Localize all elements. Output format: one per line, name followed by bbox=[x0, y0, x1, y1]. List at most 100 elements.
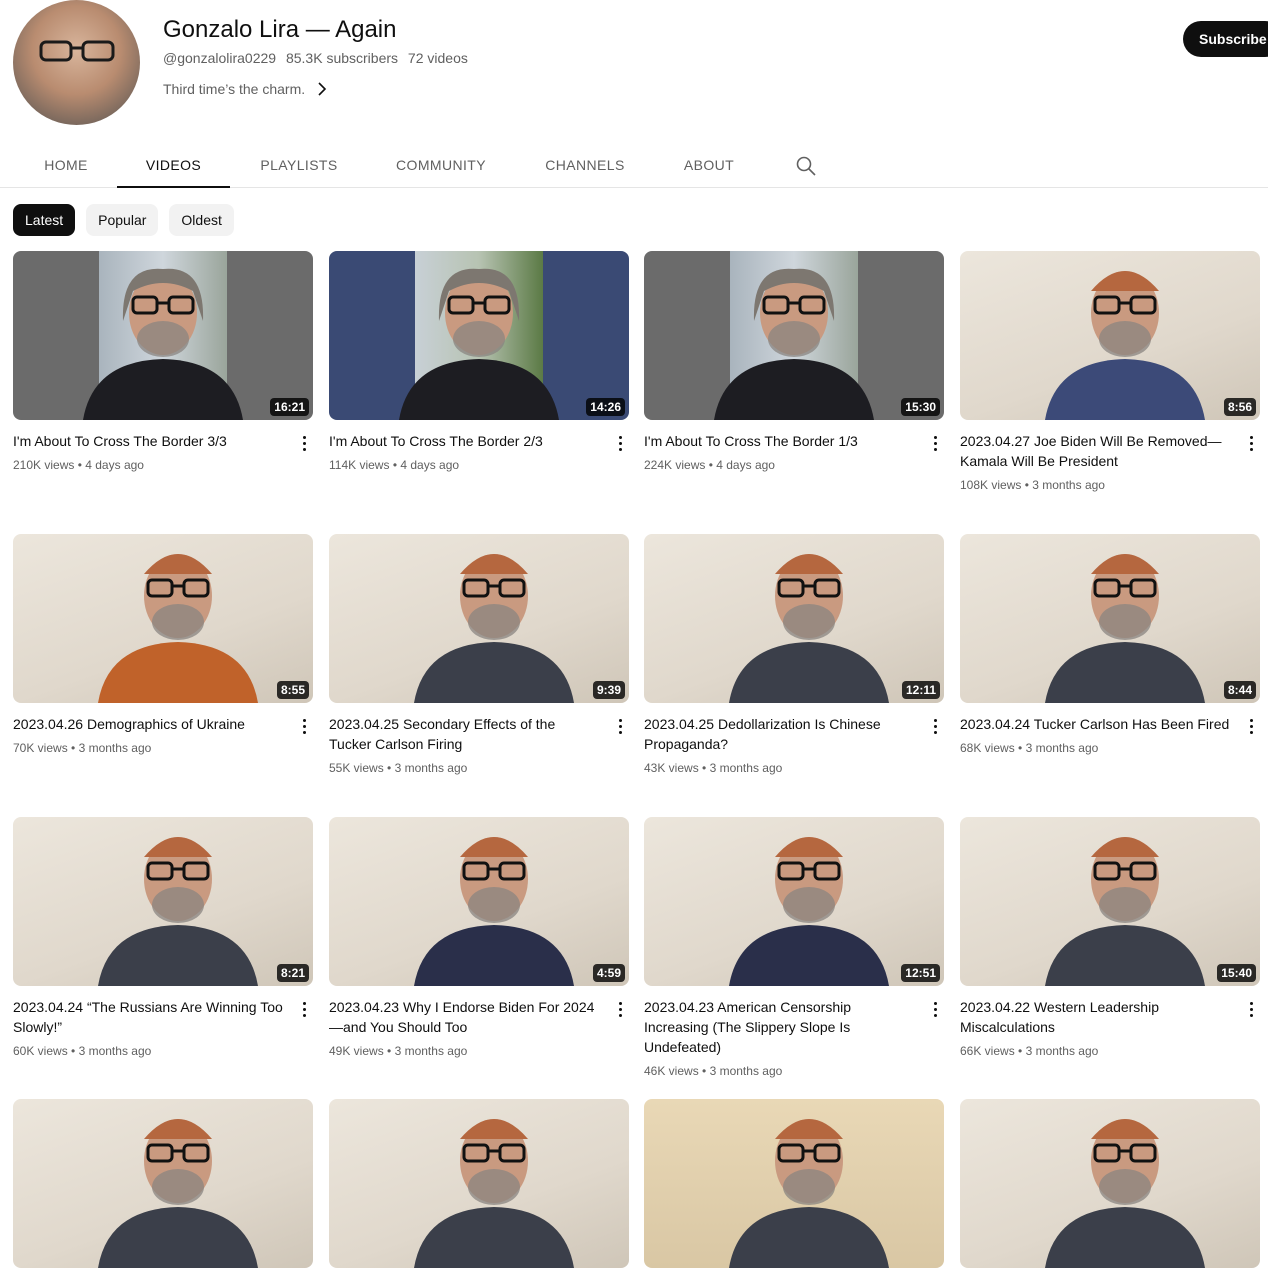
search-icon[interactable] bbox=[794, 154, 818, 178]
video-meta: 210K views • 4 days ago bbox=[13, 456, 144, 474]
subscribe-button[interactable]: Subscribe bbox=[1183, 21, 1268, 57]
video-card[interactable]: 16:21 I'm About To Cross The Border 3/3 21… bbox=[13, 251, 313, 472]
thumbnail-person-graphic bbox=[1045, 1119, 1205, 1268]
tab-community[interactable]: COMMUNITY bbox=[376, 142, 506, 187]
video-views: 49K views bbox=[329, 1044, 384, 1058]
video-card[interactable]: 4:59 2023.04.23 Why I Endorse Biden For 2… bbox=[329, 817, 629, 1058]
video-age: 3 months ago bbox=[394, 1044, 468, 1058]
thumbnail-person-graphic bbox=[98, 837, 258, 986]
thumbnail-person-graphic bbox=[1045, 554, 1205, 703]
video-age: 4 days ago bbox=[716, 458, 775, 472]
thumbnail-person-graphic bbox=[1045, 271, 1205, 420]
video-card[interactable] bbox=[329, 1099, 629, 1268]
channel-handle: @gonzalolira0229 bbox=[163, 50, 277, 66]
video-thumbnail[interactable]: 12:51 bbox=[644, 817, 944, 986]
video-card[interactable]: 8:21 2023.04.24 “The Russians Are Winning… bbox=[13, 817, 313, 1058]
video-meta: 224K views • 4 days ago bbox=[644, 456, 775, 474]
video-age: 3 months ago bbox=[394, 761, 468, 775]
video-card[interactable]: 8:44 2023.04.24 Tucker Carlson Has Been F… bbox=[960, 534, 1260, 755]
video-title[interactable]: 2023.04.25 Dedollarization Is Chinese Pr… bbox=[644, 714, 914, 754]
video-thumbnail[interactable] bbox=[329, 1099, 629, 1268]
more-vert-icon[interactable] bbox=[926, 432, 944, 456]
video-thumbnail[interactable]: 4:59 bbox=[329, 817, 629, 986]
video-card[interactable]: 15:30 I'm About To Cross The Border 1/3 22… bbox=[644, 251, 944, 472]
meta-separator: • bbox=[67, 741, 79, 755]
meta-separator: • bbox=[1021, 478, 1033, 492]
more-vert-icon[interactable] bbox=[611, 715, 629, 739]
thumbnail-person-graphic bbox=[414, 1119, 574, 1268]
avatar-glasses-graphic bbox=[39, 40, 115, 62]
video-title[interactable]: 2023.04.25 Secondary Effects of the Tuck… bbox=[329, 714, 599, 754]
video-views: 55K views bbox=[329, 761, 384, 775]
more-vert-icon[interactable] bbox=[1242, 998, 1260, 1022]
more-vert-icon[interactable] bbox=[926, 715, 944, 739]
video-card[interactable]: 15:40 2023.04.22 Western Leadership Misca… bbox=[960, 817, 1260, 1058]
video-meta: 60K views • 3 months ago bbox=[13, 1042, 151, 1060]
video-title[interactable]: 2023.04.26 Demographics of Ukraine bbox=[13, 714, 283, 734]
video-age: 3 months ago bbox=[709, 761, 783, 775]
video-title[interactable]: 2023.04.27 Joe Biden Will Be Removed—Kam… bbox=[960, 431, 1230, 471]
meta-separator: • bbox=[383, 1044, 395, 1058]
video-thumbnail[interactable]: 8:21 bbox=[13, 817, 313, 986]
video-card[interactable]: 9:39 2023.04.25 Secondary Effects of the … bbox=[329, 534, 629, 775]
chip-oldest[interactable]: Oldest bbox=[169, 204, 234, 236]
video-card[interactable]: 12:11 2023.04.25 Dedollarization Is Chine… bbox=[644, 534, 944, 775]
video-thumbnail[interactable]: 15:30 bbox=[644, 251, 944, 420]
video-title[interactable]: I'm About To Cross The Border 2/3 bbox=[329, 431, 599, 451]
video-card[interactable]: 12:51 2023.04.23 American Censorship Incr… bbox=[644, 817, 944, 1078]
video-title[interactable]: 2023.04.22 Western Leadership Miscalcula… bbox=[960, 997, 1230, 1037]
more-vert-icon[interactable] bbox=[1242, 715, 1260, 739]
channel-description-link[interactable]: Third time’s the charm. bbox=[163, 81, 327, 97]
chip-popular[interactable]: Popular bbox=[86, 204, 159, 236]
video-thumbnail[interactable] bbox=[13, 1099, 313, 1268]
video-meta: 46K views • 3 months ago bbox=[644, 1062, 782, 1080]
video-duration: 8:56 bbox=[1223, 398, 1256, 416]
video-duration: 12:11 bbox=[901, 681, 940, 699]
video-card[interactable] bbox=[13, 1099, 313, 1268]
video-views: 224K views bbox=[644, 458, 706, 472]
thumbnail-person-graphic bbox=[729, 554, 889, 703]
video-card[interactable]: 8:56 2023.04.27 Joe Biden Will Be Removed… bbox=[960, 251, 1260, 492]
video-title[interactable]: I'm About To Cross The Border 3/3 bbox=[13, 431, 283, 451]
video-views: 43K views bbox=[644, 761, 699, 775]
video-thumbnail[interactable]: 8:55 bbox=[13, 534, 313, 703]
meta-separator: • bbox=[67, 1044, 79, 1058]
video-card[interactable] bbox=[960, 1099, 1260, 1268]
tab-videos[interactable]: VIDEOS bbox=[117, 142, 230, 188]
video-thumbnail[interactable] bbox=[960, 1099, 1260, 1268]
video-duration: 8:21 bbox=[276, 964, 309, 982]
video-card[interactable]: 14:26 I'm About To Cross The Border 2/3 11… bbox=[329, 251, 629, 472]
chip-latest[interactable]: Latest bbox=[13, 204, 76, 236]
video-age: 3 months ago bbox=[1032, 478, 1105, 492]
video-thumbnail[interactable]: 12:11 bbox=[644, 534, 944, 703]
video-thumbnail[interactable]: 9:39 bbox=[329, 534, 629, 703]
video-title[interactable]: 2023.04.23 Why I Endorse Biden For 2024—… bbox=[329, 997, 599, 1037]
video-card[interactable]: 8:55 2023.04.26 Demographics of Ukraine 70… bbox=[13, 534, 313, 755]
video-thumbnail[interactable]: 14:26 bbox=[329, 251, 629, 420]
meta-separator: • bbox=[698, 1064, 710, 1078]
tab-playlists[interactable]: PLAYLISTS bbox=[236, 142, 362, 187]
video-title[interactable]: 2023.04.24 “The Russians Are Winning Too… bbox=[13, 997, 283, 1037]
video-title[interactable]: I'm About To Cross The Border 1/3 bbox=[644, 431, 914, 451]
video-duration: 8:55 bbox=[276, 681, 309, 699]
channel-avatar[interactable] bbox=[13, 0, 140, 125]
more-vert-icon[interactable] bbox=[926, 998, 944, 1022]
video-card[interactable] bbox=[644, 1099, 944, 1268]
video-thumbnail[interactable]: 8:56 bbox=[960, 251, 1260, 420]
video-thumbnail[interactable] bbox=[644, 1099, 944, 1268]
video-thumbnail[interactable]: 8:44 bbox=[960, 534, 1260, 703]
video-title[interactable]: 2023.04.23 American Censorship Increasin… bbox=[644, 997, 914, 1057]
more-vert-icon[interactable] bbox=[295, 715, 313, 739]
more-vert-icon[interactable] bbox=[1242, 432, 1260, 456]
video-meta: 66K views • 3 months ago bbox=[960, 1042, 1098, 1060]
more-vert-icon[interactable] bbox=[611, 998, 629, 1022]
video-title[interactable]: 2023.04.24 Tucker Carlson Has Been Fired bbox=[960, 714, 1230, 734]
tab-channels[interactable]: CHANNELS bbox=[530, 142, 640, 187]
more-vert-icon[interactable] bbox=[611, 432, 629, 456]
more-vert-icon[interactable] bbox=[295, 998, 313, 1022]
video-thumbnail[interactable]: 16:21 bbox=[13, 251, 313, 420]
tab-home[interactable]: HOME bbox=[13, 142, 119, 187]
video-thumbnail[interactable]: 15:40 bbox=[960, 817, 1260, 986]
more-vert-icon[interactable] bbox=[295, 432, 313, 456]
tab-about[interactable]: ABOUT bbox=[670, 142, 748, 187]
